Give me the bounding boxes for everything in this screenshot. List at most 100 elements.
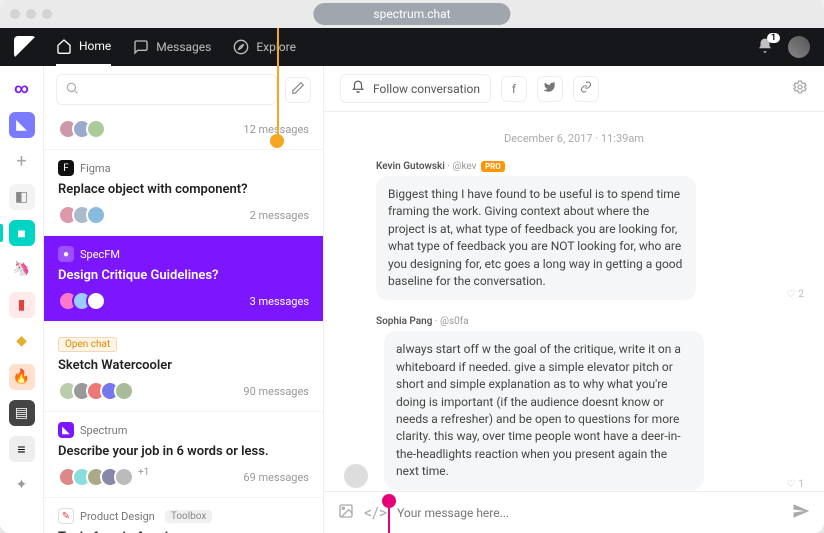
url-bar: spectrum.chat [313,3,510,25]
rail-everything[interactable]: ∞ [9,76,35,102]
explore-icon [233,39,249,55]
message-bubble: Biggest thing I have found to be useful … [376,176,696,300]
zoom-dot[interactable] [42,9,52,19]
thread-title: Sketch Watercooler [58,358,309,373]
thread-title: Describe your job in 6 words or less. [58,444,309,459]
message-avatar[interactable] [344,464,368,488]
notifications-button[interactable]: 1 [756,37,774,58]
community-name: Spectrum [80,424,127,437]
app-window: spectrum.chat Home Messages Explore 1 ∞ … [0,0,824,533]
search-icon [65,80,79,99]
top-navbar: Home Messages Explore 1 [0,28,824,66]
channel-pill: Toolbox [165,510,213,523]
message-count: 2 messages [250,209,309,222]
attach-image-button[interactable] [338,503,354,523]
link-icon [580,81,592,96]
rail-community-7[interactable]: ▤ [9,400,35,426]
rail-community-1[interactable]: ◣ [9,112,35,138]
annotation-dot-top [270,134,284,148]
thread-item[interactable]: Open chat Sketch Watercooler 90 messages [44,322,323,412]
thread-title: Design Critique Guidelines? [58,268,309,283]
like-button[interactable]: ♡1 [786,479,804,490]
bell-icon [756,44,774,58]
rail-community-2[interactable]: ◧ [9,184,35,210]
rail-community-6[interactable]: 🔥 [9,364,35,390]
nav-messages-label: Messages [156,40,211,54]
date-divider: December 6, 2017 · 11:39am [344,132,804,145]
message-handle: @kev [452,161,476,172]
nav-home-label: Home [79,39,111,53]
heart-icon: ♡ [786,289,795,300]
window-titlebar: spectrum.chat [0,0,824,28]
conversation-scroll[interactable]: December 6, 2017 · 11:39am Kevin Gutowsk… [324,112,824,491]
nav-home[interactable]: Home [56,28,111,66]
copy-link-button[interactable] [573,76,599,102]
nav-explore[interactable]: Explore [233,39,296,55]
thread-settings-button[interactable] [792,79,808,99]
share-facebook-button[interactable]: f [501,76,527,102]
community-name: Figma [80,162,111,175]
thread-item[interactable]: ✎Product DesignToolbox Tools for wirefra… [44,498,323,533]
composer-input[interactable] [397,506,782,520]
home-icon [56,38,72,54]
message-count: 69 messages [243,471,309,484]
like-button[interactable]: ♡2 [786,289,804,300]
notification-count-badge: 1 [767,33,780,43]
like-count: 1 [798,479,804,490]
search-box[interactable] [56,74,277,105]
compose-icon [291,80,305,99]
share-twitter-button[interactable] [537,76,563,102]
thread-item[interactable]: ◣Spectrum Describe your job in 6 words o… [44,412,323,498]
follow-conversation-button[interactable]: Follow conversation [340,74,491,103]
rail-community-active[interactable]: ■ [9,220,35,246]
rail-community-4[interactable]: ▮ [9,292,35,318]
thread-title: Replace object with component? [58,182,309,197]
facebook-icon: f [512,82,516,96]
rail-community-9[interactable]: ✦ [9,472,35,498]
nav-messages[interactable]: Messages [133,39,211,55]
message-handle: @s0fa [440,316,469,327]
community-name: Product Design [80,510,155,523]
image-icon [338,503,354,523]
pro-badge: PRO [481,161,505,172]
gear-icon [792,80,808,99]
message: Kevin Gutowski · @kev PRO Biggest thing … [344,161,804,300]
annotation-dot-bottom [382,494,396,508]
message-bubble: always start off w the goal of the criti… [384,331,704,490]
thread-scroll[interactable]: 12 messages FFigma Replace object with c… [44,113,323,533]
minimize-dot[interactable] [26,9,36,19]
message-count: 90 messages [243,385,309,398]
facepile [58,119,106,139]
conversation-panel: Follow conversation f December 6, 2017 ·… [324,66,824,533]
spectrum-logo-icon[interactable] [14,36,36,58]
compose-button[interactable] [285,77,311,103]
send-icon [792,502,810,524]
rail-community-8[interactable]: ≡ [9,436,35,462]
rail-community-5[interactable]: ◆ [9,328,35,354]
annotation-line-bottom [388,508,390,533]
follow-label: Follow conversation [373,82,480,96]
twitter-icon [544,81,556,96]
thread-item-selected[interactable]: ●SpecFM Design Critique Guidelines? 3 me… [44,236,323,322]
search-input[interactable] [87,82,268,97]
close-dot[interactable] [10,9,20,19]
traffic-lights [10,9,52,19]
message-author: Sophia Pang [376,316,432,327]
community-name: SpecFM [80,248,120,261]
send-button[interactable] [792,502,810,524]
facepile-overflow: +1 [138,467,149,487]
rail-add-community[interactable]: + [9,148,35,174]
message-composer: </> [324,491,824,533]
message-author: Kevin Gutowski [376,161,445,172]
open-chat-badge: Open chat [58,337,117,352]
bell-outline-icon [351,80,365,97]
conversation-header: Follow conversation f [324,66,824,112]
community-rail: ∞ ◣ + ◧ ■ 🦄 ▮ ◆ 🔥 ▤ ≡ ✦ [0,66,44,533]
message: Sophia Pang · @s0fa always start off w t… [344,316,804,490]
like-count: 2 [798,289,804,300]
rail-community-3[interactable]: 🦄 [9,256,35,282]
thread-item[interactable]: FFigma Replace object with component? 2 … [44,150,323,236]
user-avatar[interactable] [788,36,810,58]
heart-icon: ♡ [786,479,795,490]
message-count: 3 messages [250,295,309,308]
